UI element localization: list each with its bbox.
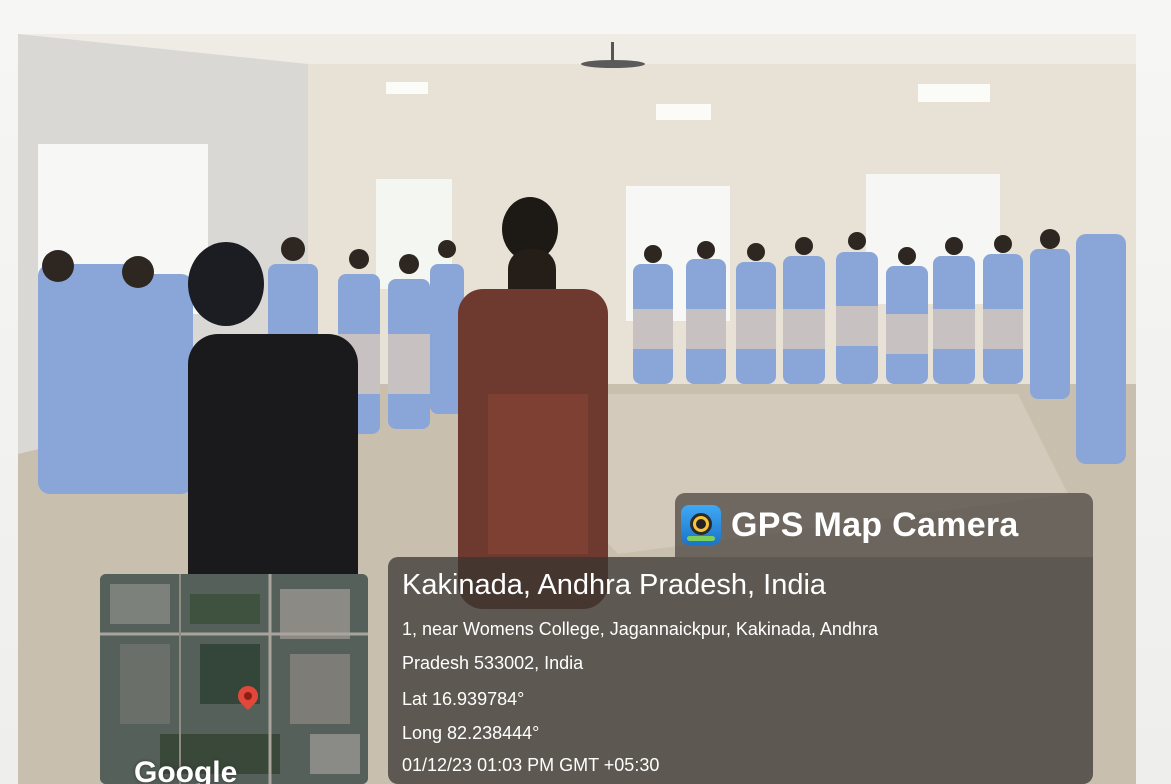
ceiling-light bbox=[386, 82, 428, 94]
address-line-2: Pradesh 533002, India bbox=[402, 653, 584, 673]
ceiling-light bbox=[656, 104, 711, 120]
gps-camera-app-icon bbox=[681, 505, 721, 545]
location-info-panel: Kakinada, Andhra Pradesh, India 1, near … bbox=[388, 557, 1093, 784]
map-watermark: Google bbox=[134, 756, 238, 784]
address-line-1: 1, near Womens College, Jagannaickpur, K… bbox=[402, 619, 878, 639]
gps-brand-banner: GPS Map Camera bbox=[675, 493, 1093, 557]
longitude: Long 82.238444° bbox=[402, 723, 540, 743]
latitude: Lat 16.939784° bbox=[402, 689, 525, 709]
classroom-photo: GPS Map Camera Kakinada, Andhra Pradesh,… bbox=[18, 34, 1136, 784]
map-thumbnail: Google bbox=[100, 574, 368, 784]
satellite-map bbox=[100, 574, 368, 784]
ceiling-light bbox=[918, 84, 990, 102]
brand-label: GPS Map Camera bbox=[731, 505, 1019, 544]
place-title: Kakinada, Andhra Pradesh, India bbox=[402, 569, 827, 601]
timestamp: 01/12/23 01:03 PM GMT +05:30 bbox=[402, 755, 660, 775]
